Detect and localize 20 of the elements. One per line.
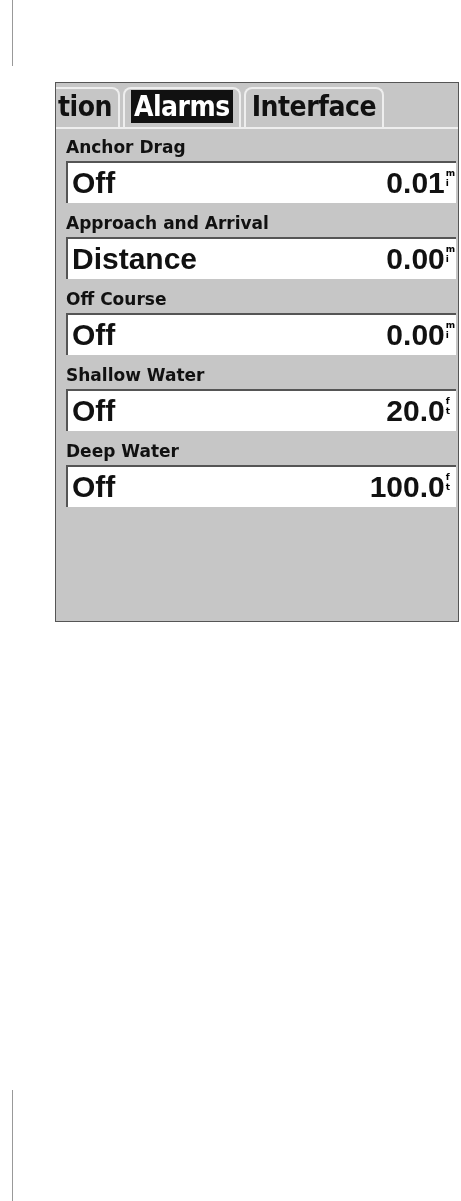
mode-value: Off (72, 318, 116, 352)
tab[interactable]: tion (56, 87, 120, 127)
mode-value: Off (72, 166, 116, 200)
alarm-label: Anchor Drag (66, 136, 187, 159)
threshold-value: 100.0 (369, 470, 445, 504)
threshold-value: 0.00 (386, 242, 445, 276)
mode-value: Off (72, 394, 116, 428)
mode-value: Off (72, 470, 116, 504)
alarm-label: Off Course (66, 288, 168, 311)
alarm-label: Shallow Water (66, 364, 206, 387)
tab[interactable]: Alarms (122, 87, 241, 127)
alarm-label: Deep Water (66, 440, 180, 463)
unit-label: ft (445, 472, 452, 492)
threshold-value: 20.0 (386, 394, 445, 428)
threshold-value: 0.01 (386, 166, 445, 200)
unit-label: ft (445, 396, 452, 416)
alarm-label: Approach and Arrival (66, 212, 270, 235)
mode-value: Distance (72, 242, 198, 276)
tab[interactable]: Interface (243, 87, 385, 127)
threshold-value: 0.00 (386, 318, 445, 352)
